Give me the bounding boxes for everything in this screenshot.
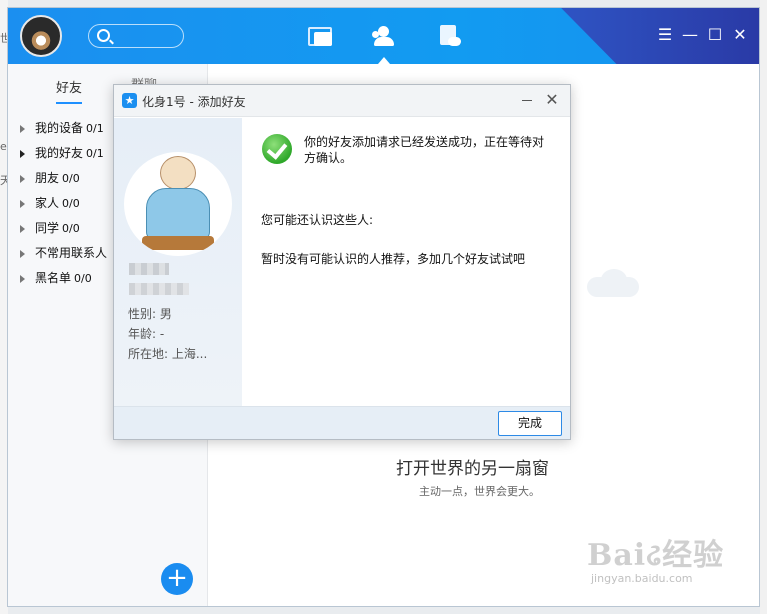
minimize-icon[interactable]: — xyxy=(681,26,699,44)
expand-triangle-icon xyxy=(20,200,25,208)
blurred-nickname xyxy=(129,263,169,275)
group-count: 0/1 xyxy=(86,122,104,135)
empty-state-subtitle: 主动一点，世界会更大。 xyxy=(419,485,540,498)
group-count: 0/0 xyxy=(74,272,92,285)
dialog-title: 化身1号 - 添加好友 xyxy=(142,95,246,109)
desktop-right-edge xyxy=(760,0,767,614)
group-count: 0/1 xyxy=(86,147,104,160)
contacts-icon[interactable] xyxy=(370,24,398,48)
cloud-icon xyxy=(579,269,647,299)
add-friend-dialog: ★ 化身1号 - 添加好友 ✕ 性别: 男 年龄: - 所在地: 上海... 你… xyxy=(113,84,571,440)
search-icon xyxy=(97,29,110,42)
maximize-icon[interactable]: ☐ xyxy=(706,26,724,44)
watermark-url: jingyan.baidu.com xyxy=(591,572,693,585)
monk-body-icon xyxy=(146,188,210,240)
friend-sex: 性别: 男 xyxy=(128,307,172,321)
no-recommendation-text: 暂时没有可能认识的人推荐，多加几个好友试试吧 xyxy=(261,252,526,266)
dialog-title-bar: ★ 化身1号 - 添加好友 ✕ xyxy=(114,85,570,117)
title-bar: ☰ — ☐ ✕ xyxy=(8,8,759,64)
friend-avatar xyxy=(124,152,232,256)
title-bar-accent xyxy=(561,8,759,64)
group-count: 0/0 xyxy=(62,222,80,235)
expand-triangle-icon xyxy=(20,150,25,158)
maybe-know-label: 您可能还认识这些人: xyxy=(261,213,374,227)
avatar[interactable] xyxy=(20,15,62,57)
expand-triangle-icon xyxy=(20,275,25,283)
space-icon[interactable] xyxy=(436,24,464,48)
group-name: 黑名单 xyxy=(35,271,72,285)
expand-triangle-icon xyxy=(20,175,25,183)
watermark: Baiઢ经验 jingyan.baidu.com xyxy=(587,530,725,585)
expand-triangle-icon xyxy=(20,225,25,233)
close-icon[interactable]: ✕ xyxy=(731,26,749,44)
group-count: 0/0 xyxy=(62,172,80,185)
group-name: 不常用联系人 xyxy=(35,246,108,260)
friend-profile-card: 性别: 男 年龄: - 所在地: 上海... xyxy=(114,118,242,406)
dialog-footer: 完成 xyxy=(114,406,570,439)
group-name: 同学 xyxy=(35,221,60,235)
group-name: 我的好友 xyxy=(35,146,84,160)
success-check-icon xyxy=(262,134,292,164)
minimize-icon[interactable] xyxy=(520,91,534,109)
messages-icon[interactable] xyxy=(306,24,334,48)
expand-triangle-icon xyxy=(20,125,25,133)
menu-icon[interactable]: ☰ xyxy=(656,26,674,44)
empty-state-title: 打开世界的另一扇窗 xyxy=(396,459,549,479)
add-contact-button[interactable]: + xyxy=(161,563,193,595)
group-name: 朋友 xyxy=(35,171,60,185)
group-count: 0/0 xyxy=(62,197,80,210)
success-message: 你的好友添加请求已经发送成功，正在等待对方确认。 xyxy=(304,135,545,165)
group-name: 我的设备 xyxy=(35,121,84,135)
qq-logo-icon: ★ xyxy=(122,93,137,108)
search-box[interactable] xyxy=(88,24,184,48)
group-name: 家人 xyxy=(35,196,60,210)
tab-friends[interactable]: 好友 xyxy=(56,77,83,104)
watermark-brand: Baiઢ经验 xyxy=(587,538,725,573)
monk-base-icon xyxy=(142,236,214,250)
active-tab-indicator xyxy=(378,57,390,64)
expand-triangle-icon xyxy=(20,250,25,258)
friend-location: 所在地: 上海... xyxy=(128,347,208,361)
blurred-account xyxy=(129,283,189,295)
done-button[interactable]: 完成 xyxy=(498,411,562,436)
friend-age: 年龄: - xyxy=(128,327,165,341)
monk-head-icon xyxy=(160,156,196,190)
close-icon[interactable]: ✕ xyxy=(544,91,560,109)
